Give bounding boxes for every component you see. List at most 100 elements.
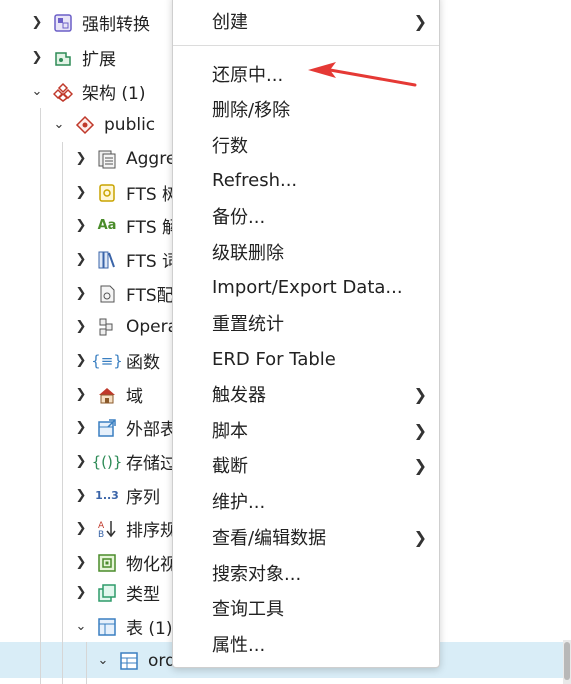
menu-item-maintenance[interactable]: 维护... (173, 484, 439, 518)
chevron-down-icon[interactable]: ⌄ (74, 619, 88, 634)
chevron-right-icon: ❯ (413, 420, 427, 440)
table-icon (118, 650, 140, 672)
tree-item-fts-configurations[interactable]: ❯ FTS 树 (74, 176, 179, 209)
menu-item-label: 维护... (212, 492, 266, 513)
tree-item-types[interactable]: ❯ 类型 (74, 576, 160, 609)
tree-item-materialized-views[interactable]: ❯ 物化视 (74, 546, 177, 579)
menu-item-refresh[interactable]: Refresh... (173, 163, 439, 197)
menu-item-backup[interactable]: 备份... (173, 199, 439, 233)
menu-item-label: 搜索对象... (212, 564, 302, 585)
schema-icon (52, 81, 74, 103)
tree-item-label: 物化视 (126, 555, 177, 575)
fts-dictionary-icon (96, 249, 118, 271)
tree-item-label: FTS配 (126, 286, 174, 306)
menu-item-label: 备份... (212, 207, 266, 228)
domain-icon (96, 384, 118, 406)
tree-item-public[interactable]: ⌄ public (52, 108, 156, 141)
chevron-right-icon[interactable]: ❯ (74, 454, 88, 469)
tree-item-fts-dictionaries[interactable]: ❯ FTS 词 (74, 243, 179, 276)
chevron-right-icon[interactable]: ❯ (74, 185, 88, 200)
chevron-down-icon[interactable]: ⌄ (52, 117, 66, 132)
menu-item-truncate[interactable]: 截断 ❯ (173, 448, 439, 482)
chevron-right-icon[interactable]: ❯ (30, 50, 44, 65)
tree-item-functions[interactable]: ❯ {≡} 函数 (74, 344, 160, 377)
tree-item-foreign-tables[interactable]: ❯ 外部表 (74, 411, 177, 444)
tree-item-procedures[interactable]: ❯ {()} 存储过 (74, 445, 177, 478)
chevron-right-icon[interactable]: ❯ (74, 555, 88, 570)
tree-item-fts-templates[interactable]: ❯ FTS配 (74, 277, 174, 310)
tree-item-label: Opera (126, 316, 179, 337)
chevron-right-icon[interactable]: ❯ (74, 521, 88, 536)
procedure-icon: {()} (91, 452, 123, 471)
tree-item-collations[interactable]: ❯ AB 排序规 (74, 512, 177, 545)
tree-item-sequences[interactable]: ❯ 1..3 序列 (74, 479, 160, 512)
svg-text:B: B (98, 530, 104, 539)
menu-item-reset-statistics[interactable]: 重置统计 (173, 306, 439, 340)
menu-item-label: 行数 (212, 136, 248, 157)
tree-item-fts-parsers[interactable]: ❯ Aa FTS 解 (74, 209, 180, 242)
tree-item-label: 架构 (1) (82, 84, 146, 104)
tree-item-label: 排序规 (126, 521, 177, 541)
tree-item-domains[interactable]: ❯ 域 (74, 378, 143, 411)
menu-item-erd-for-table[interactable]: ERD For Table (173, 342, 439, 376)
chevron-right-icon[interactable]: ❯ (74, 420, 88, 435)
tree-item-label: 存储过 (126, 454, 177, 474)
chevron-right-icon[interactable]: ❯ (74, 585, 88, 600)
tree-item-casts[interactable]: ❯ 强制转换 (30, 6, 150, 39)
menu-item-label: 还原中... (212, 65, 284, 86)
chevron-right-icon: ❯ (413, 384, 427, 404)
public-schema-icon (74, 114, 96, 136)
operator-icon (96, 316, 118, 338)
menu-item-create[interactable]: 创建 ❯ (173, 4, 439, 38)
chevron-right-icon[interactable]: ❯ (74, 218, 88, 233)
menu-item-delete-cascade[interactable]: 级联删除 (173, 235, 439, 269)
tree-item-label: 函数 (126, 353, 160, 373)
menu-item-label: Import/Export Data... (212, 276, 403, 298)
chevron-right-icon[interactable]: ❯ (74, 252, 88, 267)
menu-item-label: 查询工具 (212, 599, 284, 620)
tree-item-label: 外部表 (126, 420, 177, 440)
menu-divider (173, 45, 439, 46)
menu-item-scripts[interactable]: 脚本 ❯ (173, 413, 439, 447)
tree-item-label: 表 (1) (126, 619, 173, 639)
chevron-right-icon[interactable]: ❯ (30, 15, 44, 30)
chevron-right-icon: ❯ (413, 455, 427, 475)
tree-item-selected-table[interactable]: ⌄ ord (96, 644, 176, 677)
chevron-right-icon[interactable]: ❯ (74, 387, 88, 402)
extension-icon (52, 47, 74, 69)
tree-item-aggregates[interactable]: ❯ Aggre (74, 142, 177, 175)
menu-item-import-export[interactable]: Import/Export Data... (173, 270, 439, 304)
tree-item-label: 域 (126, 387, 143, 407)
materialized-view-icon (96, 552, 118, 574)
chevron-down-icon[interactable]: ⌄ (96, 653, 110, 668)
menu-item-query-tool[interactable]: 查询工具 (173, 591, 439, 625)
tables-icon (96, 616, 118, 638)
chevron-right-icon[interactable]: ❯ (74, 488, 88, 503)
chevron-down-icon[interactable]: ⌄ (30, 84, 44, 99)
menu-item-count-rows[interactable]: 行数 (173, 128, 439, 162)
tree-item-extensions[interactable]: ❯ 扩展 (30, 41, 116, 74)
menu-item-search-objects[interactable]: 搜索对象... (173, 556, 439, 590)
menu-item-label: 查看/编辑数据 (212, 528, 327, 549)
chevron-right-icon: ❯ (413, 527, 427, 547)
menu-item-delete[interactable]: 删除/移除 (173, 92, 439, 126)
tree-item-schemas[interactable]: ⌄ 架构 (1) (30, 75, 145, 108)
menu-item-view-edit-data[interactable]: 查看/编辑数据 ❯ (173, 520, 439, 554)
cast-icon (52, 12, 74, 34)
tree-item-label: 扩展 (82, 50, 116, 70)
chevron-right-icon[interactable]: ❯ (74, 151, 88, 166)
chevron-right-icon[interactable]: ❯ (74, 319, 88, 334)
tree-item-operators[interactable]: ❯ Opera (74, 310, 179, 343)
menu-item-properties[interactable]: 属性... (173, 627, 439, 661)
tree-item-label: 类型 (126, 585, 160, 605)
menu-item-triggers[interactable]: 触发器 ❯ (173, 377, 439, 411)
tree-item-tables[interactable]: ⌄ 表 (1) (74, 610, 172, 643)
menu-item-label: 级联删除 (212, 243, 284, 264)
chevron-right-icon[interactable]: ❯ (74, 353, 88, 368)
menu-item-label: 属性... (212, 635, 266, 656)
fts-parser-icon: Aa (97, 218, 117, 233)
scrollbar-thumb[interactable] (564, 642, 570, 680)
tree-item-label: public (104, 114, 156, 135)
fts-config-icon (96, 182, 118, 204)
chevron-right-icon[interactable]: ❯ (74, 286, 88, 301)
